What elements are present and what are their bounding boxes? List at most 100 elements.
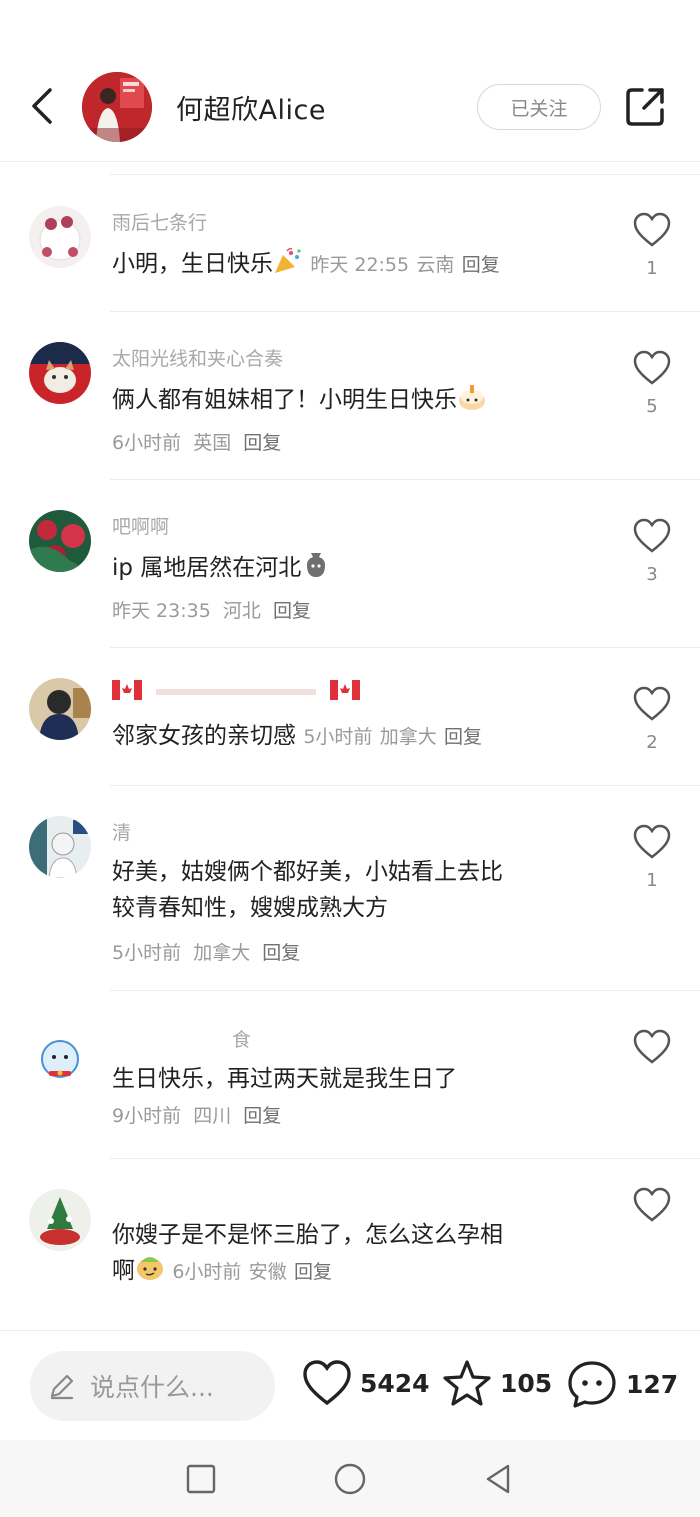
favorite-total: 105 xyxy=(500,1368,553,1398)
reply-button[interactable]: 回复 xyxy=(294,1261,332,1283)
commenter-name[interactable] xyxy=(112,680,361,702)
reply-button[interactable]: 回复 xyxy=(243,1105,281,1127)
comment-item: 太阳光线和夹心合奏 俩人都有姐妹相了！小明生日快乐 6小时前 英国 回复 5 xyxy=(0,312,700,480)
comment-text: 邻家女孩的亲切感 5小时前 加拿大 回复 xyxy=(112,718,602,755)
canada-flag-icon xyxy=(330,680,361,700)
comment-meta: 昨天 23:35 河北 回复 xyxy=(112,596,311,623)
comment-item: 食 生日快乐，再过两天就是我生日了 9小时前 四川 回复 xyxy=(0,991,700,1159)
comment-button[interactable]: 127 xyxy=(566,1359,678,1409)
commenter-avatar[interactable] xyxy=(29,1189,91,1251)
comment-time: 6小时前 xyxy=(172,1261,242,1283)
commenter-avatar[interactable] xyxy=(29,816,91,878)
comment-item: 清 好美，姑嫂俩个都好美，小姑看上去比 较青春知性，嫂嫂成熟大方 5小时前 加拿… xyxy=(0,786,700,991)
system-navigation-bar xyxy=(0,1440,700,1517)
home-icon[interactable] xyxy=(333,1462,367,1496)
recent-apps-icon[interactable] xyxy=(184,1462,218,1496)
comment-location: 安徽 xyxy=(248,1261,287,1283)
like-count: 5 xyxy=(646,396,658,417)
comment-input-placeholder: 说点什么... xyxy=(90,1373,214,1402)
comment-total: 127 xyxy=(626,1369,679,1399)
favorite-button[interactable]: 105 xyxy=(442,1359,552,1407)
comment-text: ip 属地居然在河北 xyxy=(112,550,602,586)
commenter-avatar[interactable] xyxy=(29,678,91,740)
comment-text: 俩人都有姐妹相了！小明生日快乐 xyxy=(112,382,602,418)
reply-button[interactable]: 回复 xyxy=(243,432,281,454)
comment-text: 好美，姑嫂俩个都好美，小姑看上去比 较青春知性，嫂嫂成熟大方 xyxy=(112,854,602,926)
commenter-avatar[interactable] xyxy=(29,342,91,404)
like-count: 1 xyxy=(646,258,658,279)
follow-button[interactable]: 已关注 xyxy=(477,84,601,130)
like-total: 5424 xyxy=(360,1368,430,1398)
comment-body-line-2: 啊 6小时前 安徽 回复 xyxy=(112,1253,602,1290)
like-count: 1 xyxy=(646,870,658,891)
reply-button[interactable]: 回复 xyxy=(262,942,300,964)
comment-body-line: 较青春知性，嫂嫂成熟大方 xyxy=(112,895,388,921)
commenter-name[interactable]: 食 xyxy=(232,1025,251,1052)
heart-icon[interactable] xyxy=(633,1029,671,1065)
comment-list: 雨后七条行 小明，生日快乐 昨天 22:55 云南 回复 1 太阳光线和夹心合奏… xyxy=(0,174,700,1329)
money-bag-icon xyxy=(307,553,326,577)
cake-icon xyxy=(459,385,485,410)
comment-body: ip 属地居然在河北 xyxy=(112,555,302,581)
comment-location: 四川 xyxy=(193,1105,232,1127)
comment-body: 啊 xyxy=(112,1258,135,1284)
heart-icon[interactable] xyxy=(633,350,671,386)
commenter-avatar[interactable] xyxy=(29,510,91,572)
party-popper-icon xyxy=(275,248,301,273)
commenter-name[interactable]: 清 xyxy=(112,818,131,845)
comment-body-line: 你嫂子是不是怀三胎了，怎么这么孕相 xyxy=(112,1222,503,1248)
comment-item: 吧啊啊 ip 属地居然在河北 昨天 23:35 河北 回复 3 xyxy=(0,480,700,648)
comment-text: 小明，生日快乐 昨天 22:55 云南 回复 xyxy=(112,246,602,283)
heart-icon[interactable] xyxy=(633,824,671,860)
heart-icon xyxy=(303,1360,351,1406)
bottom-action-bar: 说点什么... 5424 105 127 xyxy=(0,1330,700,1440)
comment-location: 英国 xyxy=(193,432,232,454)
comment-body: 小明，生日快乐 xyxy=(112,251,273,277)
comment-location: 云南 xyxy=(416,254,455,276)
share-icon[interactable] xyxy=(622,84,668,130)
comment-location: 加拿大 xyxy=(193,942,251,964)
pencil-icon xyxy=(50,1374,74,1400)
back-triangle-icon[interactable] xyxy=(482,1462,516,1496)
reply-button[interactable]: 回复 xyxy=(462,254,500,276)
commenter-name[interactable]: 太阳光线和夹心合奏 xyxy=(112,344,283,371)
comment-text: 你嫂子是不是怀三胎了，怎么这么孕相 啊 6小时前 安徽 回复 xyxy=(112,1217,602,1290)
comment-input[interactable]: 说点什么... xyxy=(30,1351,275,1421)
comment-location: 加拿大 xyxy=(379,726,437,748)
chat-bubble-icon xyxy=(568,1361,616,1408)
author-avatar[interactable] xyxy=(82,72,152,142)
top-bar: 何超欣Alice 已关注 xyxy=(0,0,700,162)
heart-icon[interactable] xyxy=(633,686,671,722)
comment-time: 昨天 23:35 xyxy=(112,600,211,622)
reply-button[interactable]: 回复 xyxy=(273,600,311,622)
heart-icon[interactable] xyxy=(633,1187,671,1223)
commenter-avatar[interactable] xyxy=(29,1029,91,1091)
comment-body-line: 好美，姑嫂俩个都好美，小姑看上去比 xyxy=(112,859,503,885)
comment-time: 9小时前 xyxy=(112,1105,182,1127)
comment-meta: 9小时前 四川 回复 xyxy=(112,1101,281,1128)
commenter-name[interactable]: 雨后七条行 xyxy=(112,208,207,235)
smirk-face-icon xyxy=(137,1257,163,1280)
comment-body: 俩人都有姐妹相了！小明生日快乐 xyxy=(112,387,457,413)
canada-flag-icon xyxy=(112,680,142,700)
star-icon xyxy=(443,1360,491,1406)
comment-item: 雨后七条行 小明，生日快乐 昨天 22:55 云南 回复 1 xyxy=(0,174,700,312)
author-name: 何超欣Alice xyxy=(176,95,326,126)
comment-time: 5小时前 xyxy=(303,726,373,748)
heart-icon[interactable] xyxy=(633,212,671,248)
reply-button[interactable]: 回复 xyxy=(444,726,482,748)
comment-meta: 6小时前 英国 回复 xyxy=(112,428,281,455)
comment-time: 6小时前 xyxy=(112,432,182,454)
back-arrow-icon[interactable] xyxy=(24,84,60,128)
comment-time: 昨天 22:55 xyxy=(310,254,410,276)
heart-icon[interactable] xyxy=(633,518,671,554)
comment-item: 你嫂子是不是怀三胎了，怎么这么孕相 啊 6小时前 安徽 回复 xyxy=(0,1159,700,1329)
comment-item: 邻家女孩的亲切感 5小时前 加拿大 回复 2 xyxy=(0,648,700,786)
like-count: 3 xyxy=(646,564,658,585)
like-button[interactable]: 5424 xyxy=(302,1359,430,1407)
commenter-avatar[interactable] xyxy=(29,206,91,268)
comment-body: 生日快乐，再过两天就是我生日了 xyxy=(112,1066,457,1092)
like-count: 2 xyxy=(646,732,658,753)
comment-time: 5小时前 xyxy=(112,942,182,964)
commenter-name[interactable]: 吧啊啊 xyxy=(112,512,169,539)
